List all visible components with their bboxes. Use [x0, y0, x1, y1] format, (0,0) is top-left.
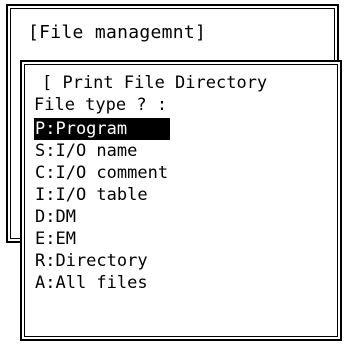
menu-item-program[interactable]: P:Program	[34, 118, 170, 140]
menu-item-dm[interactable]: D:DM	[34, 206, 170, 228]
file-type-menu: P:Program S:I/O name C:I/O comment I:I/O…	[34, 118, 338, 294]
menu-item-io-comment[interactable]: C:I/O comment	[34, 162, 170, 184]
file-management-title: [File managemnt]	[28, 22, 207, 43]
print-file-directory-dialog: [ Print File Directory File type ? : P:P…	[20, 60, 342, 341]
dialog-title: [ Print File Directory	[42, 73, 268, 93]
menu-item-em[interactable]: E:EM	[34, 228, 170, 250]
dialog-content: [ Print File Directory File type ? : P:P…	[34, 72, 338, 294]
menu-item-io-name[interactable]: S:I/O name	[34, 140, 170, 162]
file-type-prompt: File type ? :	[34, 95, 168, 115]
menu-item-io-table[interactable]: I:I/O table	[34, 184, 170, 206]
menu-item-all-files[interactable]: A:All files	[34, 272, 170, 294]
menu-item-directory[interactable]: R:Directory	[34, 250, 170, 272]
